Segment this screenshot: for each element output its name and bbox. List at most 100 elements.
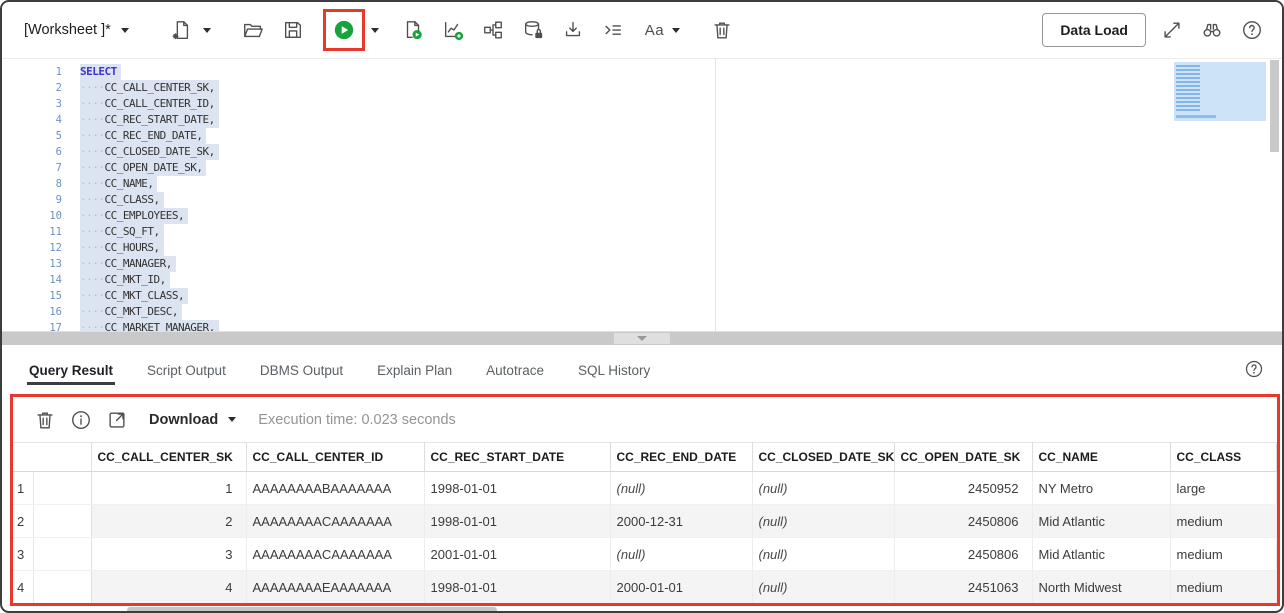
explain-plan-button[interactable] xyxy=(437,13,469,47)
column-header[interactable] xyxy=(13,442,92,472)
run-statement-button[interactable] xyxy=(328,13,360,47)
grid-cell[interactable]: NY Metro xyxy=(1032,471,1171,505)
sql-text: CC_REC_START_DATE, xyxy=(104,113,216,126)
grid-horizontal-scrollbar[interactable] xyxy=(127,607,497,611)
worksheet-selector[interactable]: [Worksheet ]* xyxy=(24,22,129,38)
column-header[interactable]: CC_CALL_CENTER_ID xyxy=(246,442,425,472)
grid-cell[interactable]: 2450806 xyxy=(894,537,1033,571)
grid-cell[interactable]: 1998-01-01 xyxy=(424,471,611,505)
column-header[interactable]: CC_REC_START_DATE xyxy=(424,442,611,472)
grid-cell[interactable]: (null) xyxy=(752,570,895,603)
column-header[interactable]: CC_CLOSED_DATE_SK xyxy=(752,442,895,472)
grid-cell[interactable]: 2000-12-31 xyxy=(610,504,753,538)
line-number: 7 xyxy=(55,162,62,174)
query-result-grid: CC_CALL_CENTER_SK CC_CALL_CENTER_ID CC_R… xyxy=(13,442,1277,603)
download-script-button[interactable] xyxy=(557,13,589,47)
discard-result-button[interactable] xyxy=(27,403,63,437)
expand-button[interactable] xyxy=(1156,13,1188,47)
editor-vertical-scrollbar[interactable] xyxy=(1270,60,1279,152)
grid-cell[interactable]: large xyxy=(1170,471,1277,505)
tab-autotrace[interactable]: Autotrace xyxy=(484,348,546,392)
run-dropdown[interactable] xyxy=(365,13,385,47)
run-script-button[interactable] xyxy=(397,13,429,47)
line-number: 11 xyxy=(49,226,62,238)
grid-cell[interactable]: (null) xyxy=(610,471,753,505)
grid-cell[interactable]: medium xyxy=(1170,504,1277,538)
font-size-button[interactable]: Aa xyxy=(645,22,664,39)
grid-cell[interactable]: medium xyxy=(1170,537,1277,571)
grid-cell[interactable]: 2001-01-01 xyxy=(424,537,611,571)
grid-cell[interactable]: 4 xyxy=(91,570,247,603)
dbms-output-button[interactable] xyxy=(517,13,549,47)
grid-cell[interactable]: (null) xyxy=(752,537,895,571)
grid-cell[interactable]: 1998-01-01 xyxy=(424,570,611,603)
autotrace-button[interactable] xyxy=(477,13,509,47)
pane-splitter[interactable] xyxy=(2,331,1282,345)
grid-cell[interactable]: 2450952 xyxy=(894,471,1033,505)
new-worksheet-dropdown[interactable] xyxy=(197,13,217,47)
grid-cell[interactable]: North Midwest xyxy=(1032,570,1171,603)
line-number: 5 xyxy=(55,130,62,142)
grid-cell[interactable]: 2450806 xyxy=(894,504,1033,538)
collapse-down-icon xyxy=(637,336,647,341)
chevron-down-icon[interactable] xyxy=(120,27,129,33)
folder-open-icon xyxy=(243,23,263,38)
row-number-cell[interactable]: 1 xyxy=(13,471,92,505)
tab-dbms-output[interactable]: DBMS Output xyxy=(258,348,345,392)
annotation-results-highlight: Download Execution time: 0.023 seconds C… xyxy=(10,394,1280,606)
grid-cell[interactable]: 1 xyxy=(91,471,247,505)
grid-cell[interactable]: 1998-01-01 xyxy=(424,504,611,538)
editor-lines: 1 SELECT 2 ····CC_CALL_CENTER_SK, 3 ····CC_… xyxy=(2,59,1282,331)
grid-cell[interactable]: (null) xyxy=(752,504,895,538)
column-header[interactable]: CC_NAME xyxy=(1032,442,1171,472)
new-worksheet-button[interactable] xyxy=(165,13,197,47)
tab-sql-history[interactable]: SQL History xyxy=(576,348,652,392)
sql-keyword: SELECT xyxy=(80,65,117,78)
result-info-button[interactable] xyxy=(63,403,99,437)
save-button[interactable] xyxy=(277,13,309,47)
download-icon xyxy=(565,21,580,37)
find-button[interactable] xyxy=(1196,13,1228,47)
grid-cell[interactable]: 2 xyxy=(91,504,247,538)
row-number-cell[interactable]: 3 xyxy=(13,537,92,571)
splitter-collapse-handle[interactable] xyxy=(614,333,670,344)
open-result-detail-button[interactable] xyxy=(99,403,135,437)
grid-cell[interactable]: 3 xyxy=(91,537,247,571)
results-help-button[interactable] xyxy=(1244,359,1264,379)
grid-cell[interactable]: (null) xyxy=(610,537,753,571)
grid-cell[interactable]: AAAAAAAABAAAAAAA xyxy=(246,471,425,505)
grid-cell[interactable]: AAAAAAAAEAAAAAAA xyxy=(246,570,425,603)
grid-cell[interactable]: medium xyxy=(1170,570,1277,603)
app-window: [Worksheet ]* Aa Data Load 1 SELECT 2 ··… xyxy=(0,0,1284,613)
help-button[interactable] xyxy=(1236,13,1268,47)
data-load-button[interactable]: Data Load xyxy=(1042,13,1146,47)
grid-cell[interactable]: (null) xyxy=(752,471,895,505)
grid-cell[interactable]: 2451063 xyxy=(894,570,1033,603)
clear-worksheet-button[interactable] xyxy=(706,13,738,47)
grid-cell[interactable]: Mid Atlantic xyxy=(1032,537,1171,571)
info-icon xyxy=(72,410,90,429)
row-number-cell[interactable]: 4 xyxy=(13,570,92,603)
line-number: 15 xyxy=(49,290,62,302)
tab-query-result[interactable]: Query Result xyxy=(27,348,116,392)
font-size-dropdown[interactable] xyxy=(664,13,688,47)
tab-script-output[interactable]: Script Output xyxy=(145,348,228,392)
sql-text: CC_MANAGER, xyxy=(104,257,173,270)
execution-time: Execution time: 0.023 seconds xyxy=(258,411,456,428)
grid-cell[interactable]: Mid Atlantic xyxy=(1032,504,1171,538)
download-result-button[interactable]: Download xyxy=(149,412,237,428)
grid-cell[interactable]: 2000-01-01 xyxy=(610,570,753,603)
column-header[interactable]: CC_OPEN_DATE_SK xyxy=(894,442,1033,472)
format-code-button[interactable] xyxy=(597,13,629,47)
sql-text: CC_REC_END_DATE, xyxy=(104,129,203,142)
grid-cell[interactable]: AAAAAAAACAAAAAAA xyxy=(246,537,425,571)
sql-editor[interactable]: 1 SELECT 2 ····CC_CALL_CENTER_SK, 3 ····CC_… xyxy=(2,59,1282,331)
column-header[interactable]: CC_CALL_CENTER_SK xyxy=(91,442,247,472)
column-header[interactable]: CC_REC_END_DATE xyxy=(610,442,753,472)
column-header[interactable]: CC_CLASS xyxy=(1170,442,1277,472)
editor-minimap[interactable] xyxy=(1174,62,1266,121)
open-file-button[interactable] xyxy=(237,13,269,47)
row-number-cell[interactable]: 2 xyxy=(13,504,92,538)
grid-cell[interactable]: AAAAAAAACAAAAAAA xyxy=(246,504,425,538)
tab-explain-plan[interactable]: Explain Plan xyxy=(375,348,454,392)
